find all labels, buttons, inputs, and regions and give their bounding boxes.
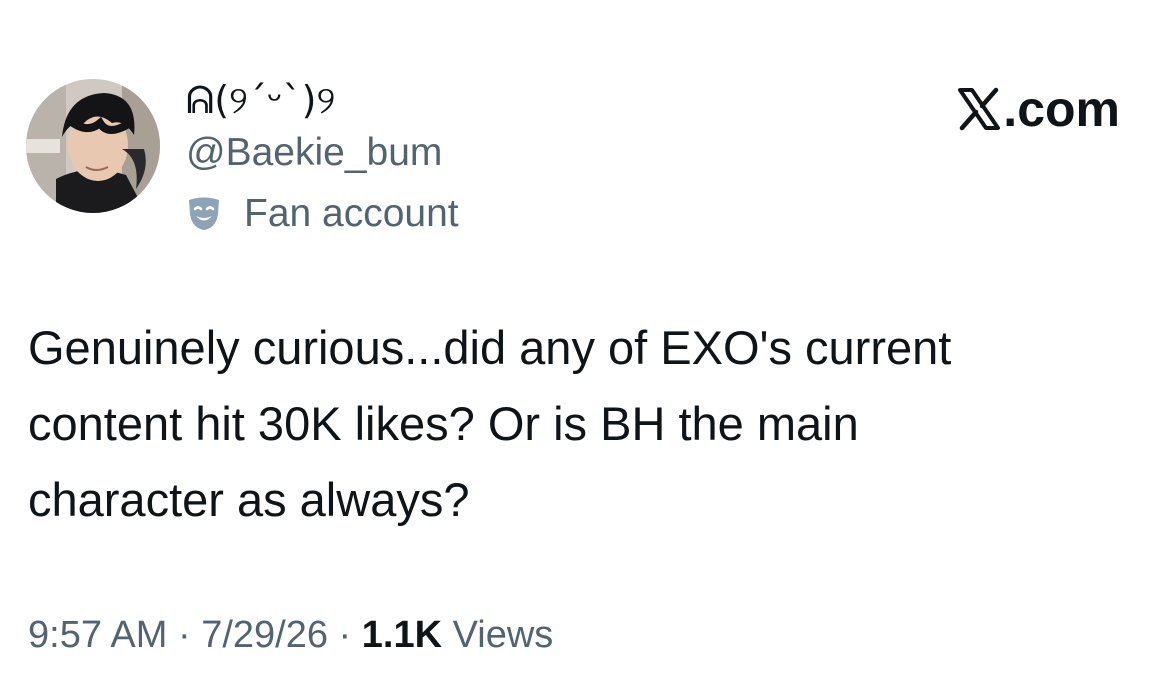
display-name[interactable]: ᕱ(୨ˊᵕˋ)୨ xyxy=(186,78,335,122)
affiliation-badge[interactable]: Fan account xyxy=(186,190,459,238)
tweet-text-line: content hit 30K likes? Or is BH the main xyxy=(28,397,859,450)
tweet-time[interactable]: 9:57 AM xyxy=(28,614,167,656)
affiliation-label: Fan account xyxy=(244,192,459,235)
tweet-text-line: Genuinely curious...did any of EXO's cur… xyxy=(28,321,952,374)
x-logo-icon xyxy=(957,87,1001,131)
author-handle[interactable]: @Baekie_bum xyxy=(186,130,442,176)
views-count[interactable]: 1.1K xyxy=(362,614,442,656)
avatar[interactable] xyxy=(26,79,160,213)
tweet-text: Genuinely curious...did any of EXO's cur… xyxy=(28,310,1138,538)
brand-label: .com xyxy=(1003,81,1120,137)
x-brand-watermark: .com xyxy=(957,80,1120,138)
meta-separator: · xyxy=(167,614,202,656)
fan-mask-icon xyxy=(186,196,222,232)
tweet-date[interactable]: 7/29/26 xyxy=(201,614,328,656)
views-label[interactable]: Views xyxy=(453,614,554,656)
meta-separator: · xyxy=(328,614,362,656)
tweet-meta: 9:57 AM · 7/29/26 · 1.1K Views xyxy=(28,612,553,658)
tweet-text-line: character as always? xyxy=(28,473,470,526)
avatar-photo xyxy=(26,79,160,213)
